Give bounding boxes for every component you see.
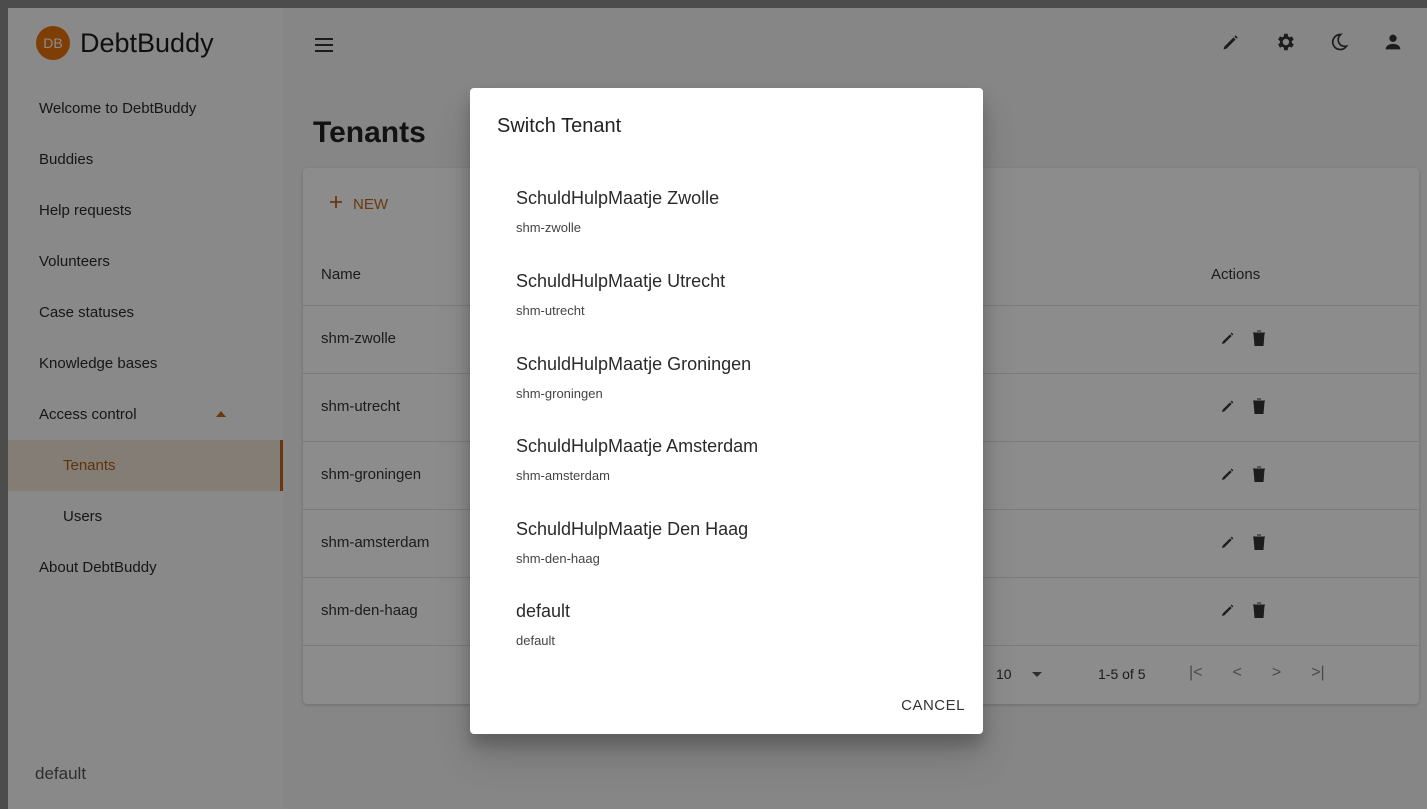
tenant-name: SchuldHulpMaatje Zwolle: [516, 188, 720, 208]
tenant-name: SchuldHulpMaatje Groningen: [516, 354, 752, 374]
tenant-option[interactable]: SchuldHulpMaatje Zwolle shm-zwolle: [516, 188, 956, 264]
tenant-option[interactable]: SchuldHulpMaatje Utrecht shm-utrecht: [516, 271, 956, 347]
cancel-button[interactable]: CANCEL: [901, 697, 965, 714]
switch-tenant-dialog: Switch Tenant SchuldHulpMaatje Zwolle sh…: [470, 88, 983, 734]
tenant-option[interactable]: default default: [516, 601, 956, 677]
dialog-title: Switch Tenant: [497, 115, 622, 137]
tenant-id: shm-den-haag: [516, 551, 600, 566]
tenant-id: shm-groningen: [516, 386, 603, 401]
tenant-name: SchuldHulpMaatje Den Haag: [516, 519, 749, 539]
tenant-option[interactable]: SchuldHulpMaatje Amsterdam shm-amsterdam: [516, 436, 956, 512]
tenant-id: shm-utrecht: [516, 303, 585, 318]
tenant-name: SchuldHulpMaatje Amsterdam: [516, 436, 759, 456]
tenant-id: shm-amsterdam: [516, 468, 610, 483]
tenant-id: default: [516, 633, 556, 648]
tenant-id: shm-zwolle: [516, 220, 582, 235]
tenant-option[interactable]: SchuldHulpMaatje Groningen shm-groningen: [516, 354, 956, 430]
tenant-name: SchuldHulpMaatje Utrecht: [516, 271, 726, 291]
tenant-option[interactable]: SchuldHulpMaatje Den Haag shm-den-haag: [516, 519, 956, 595]
tenant-name: default: [516, 601, 571, 621]
